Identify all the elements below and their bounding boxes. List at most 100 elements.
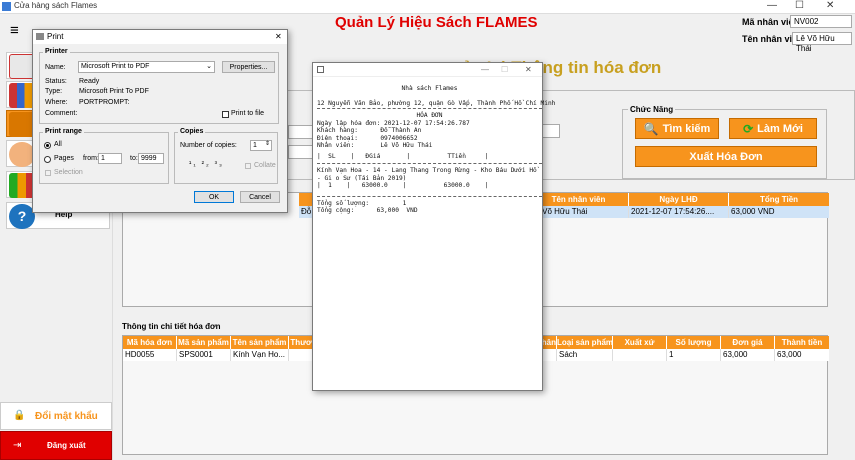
cancel-button[interactable]: Cancel	[240, 191, 280, 203]
maximize-button[interactable]: ☐	[795, 0, 804, 11]
print-dialog-titlebar: Print ✕	[33, 30, 287, 44]
preview-titlebar: — ☐ ✕	[313, 63, 542, 77]
printer-group-label: Printer	[43, 48, 70, 55]
print-to-file-checkbox[interactable]	[222, 111, 229, 118]
selection-radio[interactable]	[45, 170, 51, 176]
properties-button[interactable]: Properties...	[222, 61, 275, 73]
receipt-customer: Khách hàng: Đỗ Thành An	[317, 127, 422, 134]
to-input[interactable]: 9999	[138, 153, 164, 164]
from-label: from:	[83, 155, 99, 162]
col-quantity: Số lượng	[667, 336, 721, 349]
status-value: Ready	[79, 78, 100, 85]
receipt-product-values: | 1 | 63000.0 | 63000.0 |	[317, 182, 489, 189]
employee-id-field[interactable]: NV002	[790, 15, 852, 28]
selection-label: Selection	[54, 169, 83, 176]
cell: 1	[667, 349, 721, 361]
receipt-total: Tổng cộng: 63,000 VND	[317, 207, 418, 214]
cell-date: 2021-12-07 17:54:26....	[629, 206, 729, 218]
status-label: Status:	[45, 78, 67, 85]
search-button-label: Tìm kiếm	[662, 122, 711, 135]
cell: HD0055	[123, 349, 177, 361]
refresh-icon: ⟳	[743, 121, 754, 136]
collate-label: Collate	[254, 162, 276, 169]
num-copies-label: Number of copies:	[180, 142, 237, 149]
copies-label: Copies	[178, 128, 206, 135]
page-title: Quản Lý Hiệu Sách FLAMES	[335, 14, 538, 31]
details-label: Thông tin chi tiết hóa đơn	[120, 322, 223, 331]
col-origin: Xuất xứ	[613, 336, 667, 349]
col-date: Ngày LHĐ	[629, 193, 729, 206]
col-employee: Tên nhân viên	[529, 193, 629, 206]
preview-close-button[interactable]: ✕	[525, 63, 532, 77]
all-label: All	[54, 141, 62, 148]
print-dialog-title: Print	[47, 32, 64, 41]
app-icon	[2, 2, 11, 11]
invoice-receipt: Nhà sách Flames 12 Nguyễn Văn Bảo, phườn…	[317, 85, 555, 215]
magnifier-icon: 🔍	[643, 121, 659, 136]
change-password-button[interactable]: 🔒 Đổi mật khẩu	[0, 402, 112, 430]
ok-button[interactable]: OK	[194, 191, 234, 203]
print-preview-window: — ☐ ✕ Nhà sách Flames 12 Nguyễn Văn Bảo,…	[312, 62, 555, 391]
lock-icon: 🔒	[13, 410, 26, 421]
from-input[interactable]: 1	[98, 153, 122, 164]
receipt-staff: Nhân viên: Lê Võ Hữu Thái	[317, 142, 433, 149]
functions-label: Chức Năng	[628, 105, 676, 114]
where-value: PORTPROMPT:	[79, 99, 130, 106]
pages-label: Pages	[54, 155, 74, 162]
print-dialog-close-button[interactable]: ✕	[275, 30, 282, 44]
menu-icon[interactable]: ≡	[10, 22, 19, 39]
refresh-button[interactable]: ⟳ Làm Mới	[729, 118, 817, 139]
cell: 63,000	[721, 349, 775, 361]
all-radio[interactable]	[44, 142, 51, 149]
cell	[613, 349, 667, 361]
preview-maximize-button[interactable]: ☐	[501, 63, 508, 77]
logout-button[interactable]: ⇥ Đăng xuất	[0, 431, 112, 460]
chevron-down-icon: ⌄	[206, 63, 212, 70]
comment-label: Comment:	[45, 110, 78, 117]
collate-checkbox[interactable]	[245, 163, 251, 169]
cell: 63,000	[777, 350, 802, 359]
print-to-file-label: Print to file	[231, 110, 265, 117]
cell-total: 63,000 VND	[731, 207, 775, 216]
receipt-store: Nhà sách Flames	[401, 85, 458, 92]
receipt-product: Kính Vạn Hoa - 14 - Lang Thang Trong Rừn…	[317, 167, 537, 182]
pages-radio[interactable]	[44, 156, 51, 163]
cell-employee: Lê Võ Hữu Thái	[529, 206, 629, 218]
minimize-button[interactable]: —	[767, 0, 777, 11]
refresh-button-label: Làm Mới	[757, 122, 803, 135]
close-button[interactable]: ✕	[826, 0, 834, 11]
receipt-phone: Điện thoại: 0974006652	[317, 134, 418, 142]
printer-select-value: Microsoft Print to PDF	[81, 63, 150, 70]
cell: Kính Vạn Ho...	[231, 349, 289, 361]
col-unit-price: Đơn giá	[721, 336, 775, 349]
printer-icon	[36, 33, 44, 40]
name-label: Name:	[45, 64, 66, 71]
receipt-title: HÓA ĐƠN	[416, 112, 443, 119]
cell: Sách	[557, 349, 613, 361]
col-total: Tổng Tiền	[759, 195, 799, 204]
to-label: to:	[130, 155, 138, 162]
export-invoice-button[interactable]: Xuất Hóa Đơn	[635, 146, 817, 167]
copies-value: 1	[253, 142, 257, 149]
copies-stepper[interactable]: 1 ⇕	[250, 140, 272, 151]
print-range-label: Print range	[43, 128, 84, 135]
printer-select[interactable]: Microsoft Print to PDF ⌄	[78, 61, 215, 73]
cell: SPS0001	[177, 349, 231, 361]
col-invoice-id: Mã hóa đơn	[123, 336, 177, 349]
where-label: Where:	[45, 99, 68, 106]
window-title: Cửa hàng sách Flames	[14, 1, 98, 10]
logout-label: Đăng xuất	[47, 441, 86, 450]
receipt-qty: Tổng số lượng: 1	[317, 199, 407, 207]
search-field-3[interactable]	[540, 124, 560, 138]
print-dialog: Print ✕ Printer Name: Microsoft Print to…	[32, 29, 288, 213]
col-product-name: Tên sản phẩm	[231, 336, 289, 349]
receipt-date: Ngày lập hóa đơn: 2021-12-07 17:54:26.78…	[317, 119, 470, 127]
stepper-arrows-icon: ⇕	[264, 141, 270, 147]
logout-icon: ⇥	[13, 440, 22, 451]
preview-minimize-button[interactable]: —	[481, 63, 489, 77]
change-password-label: Đổi mật khẩu	[35, 411, 98, 422]
export-button-label: Xuất Hóa Đơn	[689, 150, 763, 163]
employee-name-field[interactable]: Lê Võ Hữu Thái	[792, 32, 852, 53]
search-button[interactable]: 🔍 Tìm kiếm	[635, 118, 719, 139]
preview-app-icon	[317, 66, 324, 73]
